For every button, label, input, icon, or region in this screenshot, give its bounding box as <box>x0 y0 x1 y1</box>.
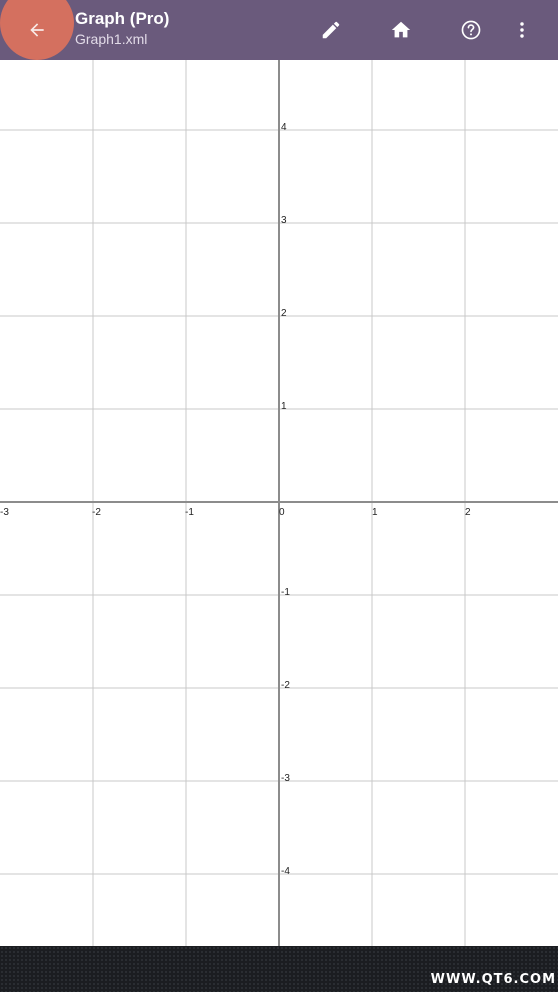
more-options-button[interactable] <box>502 10 542 50</box>
x-tick-label: 1 <box>372 507 378 518</box>
graph-canvas[interactable]: -3 -2 -1 0 1 2 4 3 2 1 -1 -2 -3 -4 <box>0 60 558 946</box>
more-vertical-icon <box>520 22 524 38</box>
y-tick-label: -3 <box>281 773 290 784</box>
title-block: Graph (Pro) Graph1.xml <box>75 8 169 48</box>
x-tick-labels: -3 -2 -1 0 1 2 <box>0 507 471 518</box>
help-circle-icon <box>461 20 481 40</box>
x-tick-label: 0 <box>279 507 285 518</box>
y-tick-label: 1 <box>281 401 287 412</box>
help-button[interactable] <box>451 10 491 50</box>
toolbar-subtitle: Graph1.xml <box>75 31 148 47</box>
x-tick-label: -1 <box>185 507 194 518</box>
y-tick-label: -4 <box>281 866 290 877</box>
x-tick-label: 2 <box>465 507 471 518</box>
y-tick-label: -2 <box>281 680 290 691</box>
app-toolbar: Graph (Pro) Graph1.xml <box>0 0 558 60</box>
app-screen: Graph (Pro) Graph1.xml -3 -2 -1 0 1 2 4 … <box>0 0 558 992</box>
y-tick-label: 4 <box>281 122 287 133</box>
graph-plot[interactable]: -3 -2 -1 0 1 2 4 3 2 1 -1 -2 -3 -4 <box>0 60 558 946</box>
y-tick-label: 3 <box>281 215 287 226</box>
y-tick-label: 2 <box>281 308 287 319</box>
x-tick-label: -2 <box>92 507 101 518</box>
pencil-icon <box>322 21 340 39</box>
arrow-back-icon <box>30 23 44 37</box>
x-tick-label: -3 <box>0 507 9 518</box>
bottom-navigation-bar: WWW.QT6.COM <box>0 946 558 992</box>
y-tick-label: -1 <box>281 587 290 598</box>
edit-button[interactable] <box>311 10 351 50</box>
home-icon <box>391 21 411 38</box>
home-button[interactable] <box>381 10 421 50</box>
back-button[interactable] <box>0 0 74 60</box>
axes <box>0 60 558 946</box>
toolbar-title: Graph (Pro) <box>75 9 170 28</box>
watermark-text: WWW.QT6.COM <box>430 972 556 987</box>
y-tick-labels: 4 3 2 1 -1 -2 -3 -4 <box>281 122 290 877</box>
